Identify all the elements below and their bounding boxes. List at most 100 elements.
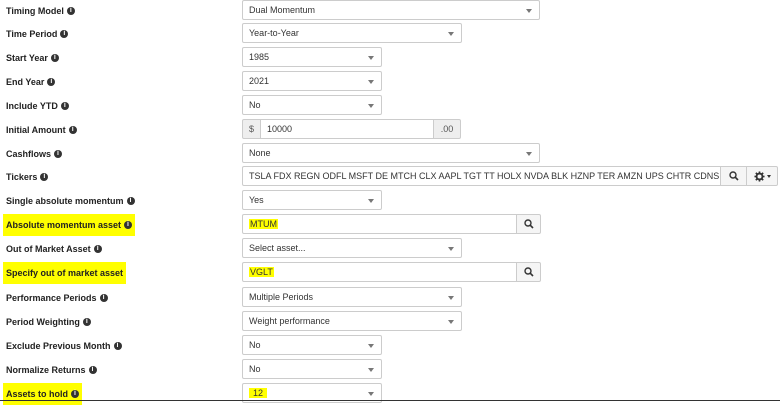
caret-down-icon <box>368 56 374 60</box>
time-period-value: Year-to-Year <box>249 28 299 38</box>
start-year-label: Start Year i <box>6 47 59 69</box>
specify-out-of-market-asset-label: Specify out of market asset <box>3 262 127 284</box>
exclude-previous-month-value: No <box>249 340 261 350</box>
info-icon[interactable]: i <box>113 341 122 350</box>
info-icon[interactable]: i <box>54 149 63 158</box>
period-weighting-select[interactable]: Weight performance <box>242 311 462 331</box>
period-weighting-label: Period Weighting i <box>6 311 91 333</box>
caret-down-icon <box>368 344 374 348</box>
info-icon[interactable]: i <box>66 6 75 15</box>
include-ytd-value: No <box>249 100 261 110</box>
gear-icon <box>753 170 765 182</box>
row-performance-periods: Performance Periods i Multiple Periods <box>0 287 780 309</box>
caret-down-icon <box>368 199 374 203</box>
out-of-market-asset-select[interactable]: Select asset... <box>242 238 462 258</box>
timing-model-value: Dual Momentum <box>249 5 316 15</box>
exclude-previous-month-label: Exclude Previous Month i <box>6 335 122 357</box>
tickers-search-button[interactable] <box>720 166 747 186</box>
info-icon[interactable]: i <box>124 220 133 229</box>
search-icon <box>523 219 534 229</box>
absolute-momentum-asset-search-button[interactable] <box>516 214 541 234</box>
absolute-momentum-asset-value: MTUM <box>249 219 278 229</box>
tickers-value: TSLA FDX REGN ODFL MSFT DE MTCH CLX AAPL… <box>249 171 721 181</box>
specify-out-of-market-asset-value: VGLT <box>249 267 274 277</box>
tickers-settings-button[interactable] <box>746 166 778 186</box>
row-normalize-returns: Normalize Returns i No <box>0 359 780 381</box>
time-period-select[interactable]: Year-to-Year <box>242 23 462 43</box>
caret-down-icon <box>448 32 454 36</box>
specify-out-of-market-asset-input[interactable]: VGLT <box>242 262 517 282</box>
specify-out-of-market-asset-search-button[interactable] <box>516 262 541 282</box>
performance-periods-select[interactable]: Multiple Periods <box>242 287 462 307</box>
bottom-divider <box>0 400 780 401</box>
row-assets-to-hold: Assets to hold i 12 <box>0 383 780 405</box>
assets-to-hold-value: 12 <box>249 388 268 398</box>
tickers-input[interactable]: TSLA FDX REGN ODFL MSFT DE MTCH CLX AAPL… <box>242 166 721 186</box>
normalize-returns-label: Normalize Returns i <box>6 359 97 381</box>
row-tickers: Tickers i TSLA FDX REGN ODFL MSFT DE MTCH… <box>0 166 780 188</box>
row-end-year: End Year i 2021 <box>0 71 780 93</box>
info-icon[interactable]: i <box>60 29 69 38</box>
initial-amount-label: Initial Amount i <box>6 119 77 141</box>
row-start-year: Start Year i 1985 <box>0 47 780 69</box>
exclude-previous-month-select[interactable]: No <box>242 335 382 355</box>
out-of-market-asset-label: Out of Market Asset i <box>6 238 102 260</box>
row-specify-out-of-market-asset: Specify out of market asset VGLT <box>0 262 780 284</box>
initial-amount-input[interactable]: 10000 <box>260 119 434 139</box>
info-icon[interactable]: i <box>93 244 102 253</box>
end-year-label: End Year i <box>6 71 56 93</box>
caret-down-icon <box>526 9 532 13</box>
row-absolute-momentum-asset: Absolute momentum asset i MTUM <box>0 214 780 236</box>
end-year-select[interactable]: 2021 <box>242 71 382 91</box>
info-icon[interactable]: i <box>60 101 69 110</box>
absolute-momentum-asset-label: Absolute momentum asset i <box>3 214 136 236</box>
info-icon[interactable]: i <box>88 365 97 374</box>
caret-down-icon <box>526 152 532 156</box>
tickers-label: Tickers i <box>6 166 49 188</box>
cents-suffix: .00 <box>433 119 461 139</box>
timing-model-label: Timing Model i <box>6 0 75 22</box>
row-out-of-market-asset: Out of Market Asset i Select asset... <box>0 238 780 260</box>
currency-prefix: $ <box>242 119 261 139</box>
time-period-label: Time Period i <box>6 23 69 45</box>
search-icon <box>728 171 739 181</box>
single-absolute-momentum-select[interactable]: Yes <box>242 190 382 210</box>
caret-down-icon <box>368 104 374 108</box>
period-weighting-value: Weight performance <box>249 316 330 326</box>
row-timing-model: Timing Model i Dual Momentum <box>0 0 780 22</box>
start-year-select[interactable]: 1985 <box>242 47 382 67</box>
cashflows-value: None <box>249 148 271 158</box>
info-icon[interactable]: i <box>50 53 59 62</box>
info-icon[interactable]: i <box>40 172 49 181</box>
include-ytd-select[interactable]: No <box>242 95 382 115</box>
caret-down-icon <box>448 296 454 300</box>
assets-to-hold-label: Assets to hold i <box>3 383 83 405</box>
info-icon[interactable]: i <box>47 77 56 86</box>
row-include-ytd: Include YTD i No <box>0 95 780 117</box>
cashflows-label: Cashflows i <box>6 143 63 165</box>
info-icon[interactable]: i <box>82 317 91 326</box>
caret-down-icon <box>368 368 374 372</box>
info-icon[interactable]: i <box>126 196 135 205</box>
end-year-value: 2021 <box>249 76 270 86</box>
out-of-market-asset-placeholder: Select asset... <box>249 243 306 253</box>
caret-down-icon <box>368 392 374 396</box>
info-icon[interactable]: i <box>71 389 80 398</box>
row-single-absolute-momentum: Single absolute momentum i Yes <box>0 190 780 212</box>
caret-down-icon <box>766 174 771 178</box>
performance-periods-label: Performance Periods i <box>6 287 108 309</box>
caret-down-icon <box>448 320 454 324</box>
include-ytd-label: Include YTD i <box>6 95 69 117</box>
search-icon <box>523 267 534 277</box>
caret-down-icon <box>368 80 374 84</box>
info-icon[interactable]: i <box>68 125 77 134</box>
info-icon[interactable]: i <box>99 293 108 302</box>
caret-down-icon <box>448 247 454 251</box>
absolute-momentum-asset-input[interactable]: MTUM <box>242 214 517 234</box>
initial-amount-value: 10000 <box>267 124 293 134</box>
normalize-returns-select[interactable]: No <box>242 359 382 379</box>
single-absolute-momentum-label: Single absolute momentum i <box>6 190 135 212</box>
timing-model-select[interactable]: Dual Momentum <box>242 0 540 20</box>
row-time-period: Time Period i Year-to-Year <box>0 23 780 45</box>
cashflows-select[interactable]: None <box>242 143 540 163</box>
